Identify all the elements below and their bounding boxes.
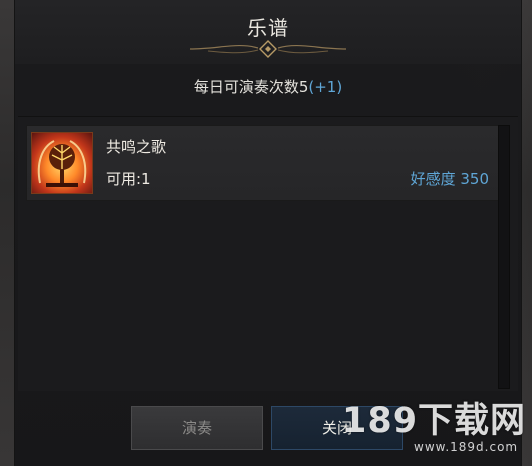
- title-bar: 乐谱: [15, 0, 521, 64]
- song-affinity: 好感度 350: [410, 170, 489, 188]
- song-name: 共鸣之歌: [106, 138, 167, 156]
- daily-plays-label: 每日可演奏次数5: [193, 78, 309, 96]
- list-scrollbar[interactable]: [498, 125, 510, 389]
- site-watermark: 189下载网 www.189d.com: [342, 388, 532, 466]
- song-list: 共鸣之歌 可用:1 好感度 350: [18, 116, 518, 391]
- title-ornament-icon: [189, 40, 347, 58]
- daily-plays-bonus: (+1): [308, 78, 343, 96]
- watermark-logo-text: 189下载网: [342, 401, 527, 441]
- daily-plays-info: 每日可演奏次数5(+1): [15, 76, 521, 97]
- song-list-item[interactable]: 共鸣之歌 可用:1 好感度 350: [26, 125, 504, 201]
- song-available-count: 可用:1: [106, 170, 151, 188]
- golden-tree-icon: [31, 132, 93, 194]
- window-title: 乐谱: [247, 16, 289, 40]
- watermark-url: www.189d.com: [414, 440, 519, 454]
- play-button[interactable]: 演奏: [131, 406, 263, 450]
